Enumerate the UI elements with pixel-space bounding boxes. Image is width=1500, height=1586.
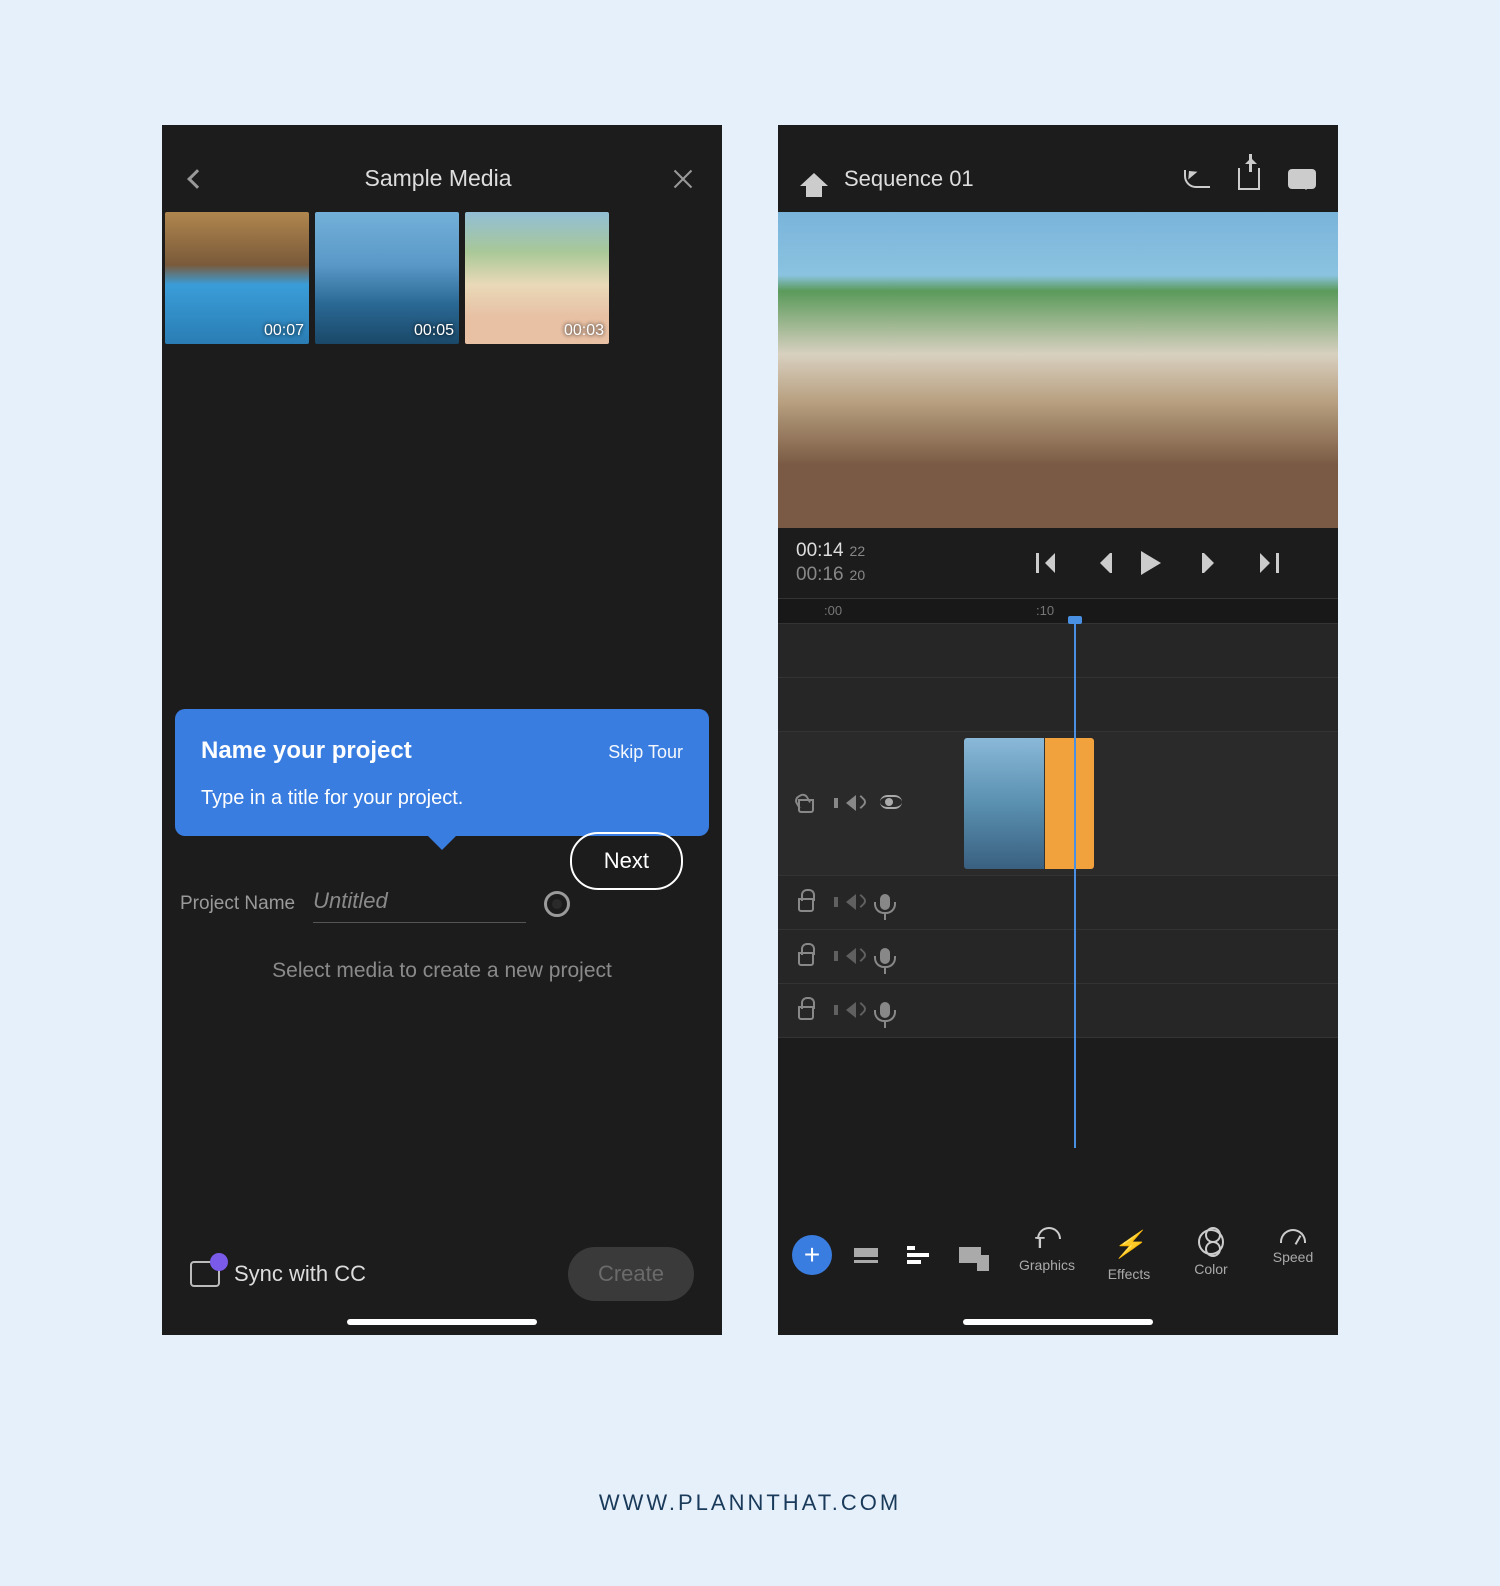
playback-controls: 00:1422 00:1620 xyxy=(778,528,1338,598)
layout-tool-2[interactable] xyxy=(900,1237,936,1273)
screen-title: Sample Media xyxy=(364,165,511,192)
total-time: 00:16 xyxy=(796,564,844,586)
audio-track[interactable] xyxy=(778,876,1338,930)
lock-icon[interactable] xyxy=(798,952,814,966)
project-name-label: Project Name xyxy=(180,893,295,915)
phone-new-project: Sample Media 00:07 00:05 00:03 Name your… xyxy=(162,125,722,1335)
settings-icon[interactable] xyxy=(544,891,570,917)
header: Sample Media xyxy=(162,125,722,212)
mute-icon[interactable] xyxy=(838,795,856,811)
phone-editor: Sequence 01 00:1422 00:1620 :00 : xyxy=(778,125,1338,1335)
comment-button[interactable] xyxy=(1288,169,1316,189)
skip-start-button[interactable] xyxy=(1034,552,1056,574)
share-button[interactable] xyxy=(1238,168,1260,190)
audio-track[interactable] xyxy=(778,930,1338,984)
lock-icon[interactable] xyxy=(798,1006,814,1020)
playhead[interactable] xyxy=(1074,624,1076,1148)
skip-end-button[interactable] xyxy=(1258,552,1280,574)
header: Sequence 01 xyxy=(778,125,1338,212)
sequence-title: Sequence 01 xyxy=(844,166,1184,192)
graphics-button[interactable]: Graphics xyxy=(1016,1229,1078,1282)
video-preview[interactable] xyxy=(778,212,1338,528)
video-track[interactable] xyxy=(778,732,1338,876)
lock-icon[interactable] xyxy=(798,898,814,912)
tour-tooltip: Name your project Skip Tour Type in a ti… xyxy=(175,709,709,836)
next-button[interactable]: Next xyxy=(570,832,683,890)
mic-icon[interactable] xyxy=(880,948,890,964)
project-name-row: Project Name Untitled xyxy=(180,884,570,923)
step-back-button[interactable] xyxy=(1090,552,1112,574)
bottom-toolbar: + Graphics ⚡ Effects Color xyxy=(778,1209,1338,1301)
mic-icon[interactable] xyxy=(880,1002,890,1018)
tooltip-body: Type in a title for your project. xyxy=(201,787,683,810)
color-icon xyxy=(1198,1229,1224,1255)
play-button[interactable] xyxy=(1146,552,1168,574)
layout-tool-3[interactable] xyxy=(952,1237,988,1273)
lock-icon[interactable] xyxy=(798,799,814,813)
sync-cc-button[interactable]: Sync with CC xyxy=(190,1261,366,1287)
layout-tool-1[interactable] xyxy=(848,1237,884,1273)
timeline-ruler[interactable]: :00 :10 xyxy=(778,598,1338,624)
sync-icon xyxy=(190,1261,220,1287)
home-indicator[interactable] xyxy=(963,1319,1153,1325)
back-button[interactable] xyxy=(187,169,207,189)
effects-icon: ⚡ xyxy=(1113,1229,1145,1260)
helper-text: Select media to create a new project xyxy=(180,959,704,983)
home-indicator[interactable] xyxy=(347,1319,537,1325)
media-thumbnail[interactable]: 00:05 xyxy=(315,212,459,344)
color-button[interactable]: Color xyxy=(1180,1229,1242,1282)
project-name-input[interactable]: Untitled xyxy=(313,884,526,923)
mute-icon[interactable] xyxy=(838,894,856,910)
home-button[interactable] xyxy=(800,159,828,186)
mic-icon[interactable] xyxy=(880,894,890,910)
track-row[interactable] xyxy=(778,678,1338,732)
timeline-tracks xyxy=(778,624,1338,1148)
visibility-icon[interactable] xyxy=(880,795,902,809)
close-button[interactable] xyxy=(672,168,694,190)
mute-icon[interactable] xyxy=(838,948,856,964)
track-row[interactable] xyxy=(778,624,1338,678)
speed-icon xyxy=(1280,1229,1306,1243)
graphics-icon xyxy=(1033,1229,1061,1251)
media-thumbnail[interactable]: 00:07 xyxy=(165,212,309,344)
effects-button[interactable]: ⚡ Effects xyxy=(1098,1229,1160,1282)
media-thumbnail[interactable]: 00:03 xyxy=(465,212,609,344)
create-button[interactable]: Create xyxy=(568,1247,694,1301)
step-forward-button[interactable] xyxy=(1202,552,1224,574)
undo-button[interactable] xyxy=(1184,170,1210,188)
tooltip-title: Name your project xyxy=(201,737,412,765)
skip-tour-button[interactable]: Skip Tour xyxy=(608,742,683,763)
speed-button[interactable]: Speed xyxy=(1262,1229,1324,1282)
audio-track[interactable] xyxy=(778,984,1338,1038)
footer-url: WWW.PLANNTHAT.COM xyxy=(0,1490,1500,1516)
current-time: 00:14 xyxy=(796,540,844,562)
mute-icon[interactable] xyxy=(838,1002,856,1018)
media-thumbnails: 00:07 00:05 00:03 xyxy=(162,212,722,344)
add-button[interactable]: + xyxy=(792,1235,832,1275)
